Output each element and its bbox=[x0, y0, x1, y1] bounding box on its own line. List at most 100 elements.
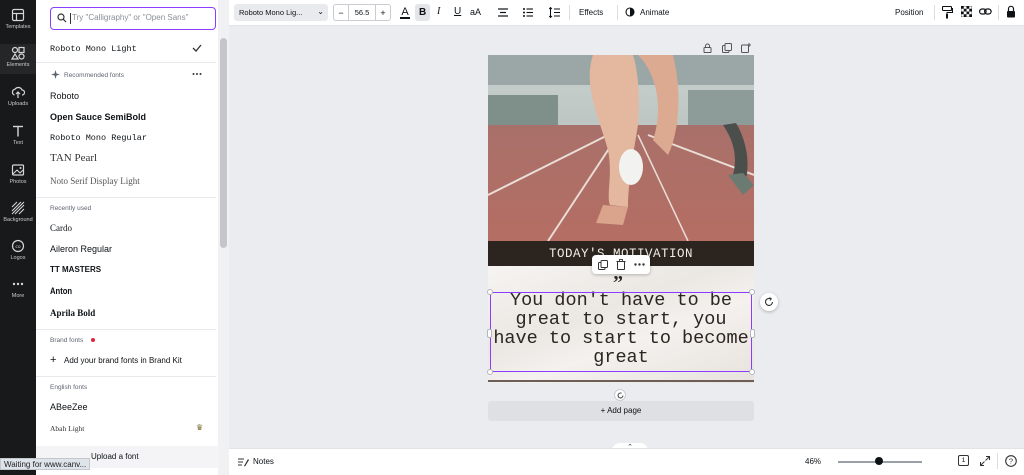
page-count-button[interactable]: 1 bbox=[958, 455, 969, 466]
font-item-open-sauce[interactable]: Open Sauce SemiBold bbox=[50, 112, 146, 122]
paint-roller-icon[interactable] bbox=[942, 6, 953, 19]
toolbar-separator bbox=[569, 5, 570, 20]
font-item-noto-serif[interactable]: Noto Serif Display Light bbox=[50, 176, 140, 186]
resize-handle-se[interactable] bbox=[749, 369, 755, 375]
background-icon bbox=[11, 201, 25, 215]
rail-templates[interactable]: Templates bbox=[0, 8, 36, 30]
svg-text:co: co bbox=[15, 245, 20, 250]
panel-scrollbar-thumb[interactable] bbox=[220, 38, 227, 248]
underline-icon[interactable]: U bbox=[454, 6, 461, 17]
bold-button[interactable]: B bbox=[415, 4, 430, 21]
rail-label: More bbox=[11, 293, 25, 299]
trash-icon[interactable] bbox=[616, 259, 626, 270]
current-font-item[interactable]: Roboto Mono Light bbox=[50, 44, 137, 54]
rail-label: Background bbox=[3, 217, 33, 223]
rail-label: Uploads bbox=[7, 101, 29, 107]
effects-button[interactable]: Effects bbox=[579, 8, 603, 17]
decrease-font-size-button[interactable]: − bbox=[335, 8, 347, 18]
font-item-cardo[interactable]: Cardo bbox=[50, 223, 72, 233]
align-center-icon[interactable] bbox=[498, 8, 508, 17]
recent-header: Recently used bbox=[50, 205, 92, 212]
italic-icon[interactable]: I bbox=[437, 6, 440, 17]
spacing-icon[interactable] bbox=[549, 7, 560, 18]
context-menu bbox=[592, 255, 650, 274]
animate-icon bbox=[625, 7, 635, 17]
resize-handle-nw[interactable] bbox=[487, 289, 493, 295]
elements-icon bbox=[11, 46, 25, 60]
rail-label: Logos bbox=[10, 255, 26, 261]
svg-text:A: A bbox=[401, 6, 409, 18]
toolbar-separator bbox=[617, 5, 618, 20]
toolbar-separator bbox=[934, 5, 935, 20]
selection-box[interactable] bbox=[490, 292, 752, 372]
animate-button[interactable]: Animate bbox=[640, 8, 669, 17]
position-button[interactable]: Position bbox=[895, 8, 923, 17]
more-options-icon[interactable] bbox=[634, 263, 645, 266]
font-item-roboto[interactable]: Roboto bbox=[50, 91, 79, 101]
lock-icon[interactable] bbox=[1006, 5, 1016, 18]
font-item-anton[interactable]: Anton bbox=[50, 286, 72, 296]
left-rail: Templates Elements Uploads Text Photos B… bbox=[0, 0, 36, 475]
zoom-slider-handle[interactable] bbox=[875, 457, 883, 465]
resize-handle-w[interactable] bbox=[487, 329, 492, 338]
rail-photos[interactable]: Photos bbox=[0, 163, 36, 185]
font-item-abah-light[interactable]: Abah Light bbox=[50, 424, 84, 433]
font-item-abeezee[interactable]: ABeeZee bbox=[50, 402, 88, 412]
resize-handle-sw[interactable] bbox=[487, 369, 493, 375]
english-header: English fonts bbox=[50, 384, 88, 391]
logos-icon: co bbox=[11, 239, 25, 253]
rail-elements[interactable]: Elements bbox=[0, 44, 36, 74]
toolbar-separator bbox=[997, 453, 998, 469]
rotate-button[interactable] bbox=[760, 293, 778, 311]
notification-dot bbox=[91, 338, 95, 342]
increase-font-size-button[interactable]: + bbox=[377, 8, 389, 18]
zoom-percentage[interactable]: 46% bbox=[805, 457, 821, 466]
rotate-icon bbox=[764, 297, 774, 306]
transparency-icon[interactable] bbox=[961, 6, 972, 17]
templates-icon bbox=[11, 8, 25, 22]
text-caret bbox=[70, 13, 71, 24]
list-icon[interactable] bbox=[523, 8, 533, 17]
font-item-aprila[interactable]: Aprila Bold bbox=[50, 308, 95, 318]
font-family-value: Roboto Mono Lig... bbox=[239, 8, 303, 17]
link-icon[interactable] bbox=[979, 7, 992, 17]
fullscreen-icon[interactable] bbox=[980, 456, 990, 466]
divider bbox=[36, 62, 216, 63]
font-size-stepper[interactable]: − 56.5 + bbox=[333, 4, 391, 21]
rail-background[interactable]: Background bbox=[0, 201, 36, 223]
plus-icon: + bbox=[50, 354, 57, 366]
help-icon[interactable]: ? bbox=[1005, 455, 1017, 467]
font-size-input[interactable]: 56.5 bbox=[348, 5, 376, 20]
refresh-button[interactable] bbox=[614, 389, 626, 401]
font-panel: Try "Calligraphy" or "Open Sans" Roboto … bbox=[36, 0, 229, 475]
rail-logos[interactable]: co Logos bbox=[0, 239, 36, 261]
add-brand-fonts-link[interactable]: Add your brand fonts in Brand Kit bbox=[64, 356, 182, 365]
rail-uploads[interactable]: Uploads bbox=[0, 85, 36, 107]
notes-button[interactable]: Notes bbox=[253, 457, 274, 466]
browser-status-text: Waiting for www.canv... bbox=[0, 458, 91, 470]
rail-text[interactable]: Text bbox=[0, 124, 36, 146]
font-item-tt-masters[interactable]: TT MASTERS bbox=[50, 265, 101, 274]
text-color-icon[interactable]: A bbox=[399, 5, 411, 20]
font-item-roboto-mono[interactable]: Roboto Mono Regular bbox=[50, 133, 147, 143]
sprinter-photo[interactable] bbox=[488, 55, 754, 241]
font-item-aileron[interactable]: Aileron Regular bbox=[50, 244, 112, 254]
add-page-button[interactable]: + Add page bbox=[488, 401, 754, 421]
resize-handle-e[interactable] bbox=[750, 329, 755, 338]
resize-handle-ne[interactable] bbox=[749, 289, 755, 295]
rail-label: Templates bbox=[5, 24, 31, 30]
decorative-line bbox=[488, 380, 754, 382]
font-family-dropdown[interactable]: Roboto Mono Lig... ⌄ bbox=[234, 4, 328, 21]
rail-label: Photos bbox=[9, 179, 27, 185]
duplicate-icon[interactable] bbox=[598, 260, 608, 270]
chevron-down-icon: ⌄ bbox=[317, 7, 324, 16]
font-search-input[interactable]: Try "Calligraphy" or "Open Sans" bbox=[50, 7, 216, 30]
letter-case-icon[interactable]: aA bbox=[470, 7, 481, 17]
more-options-icon[interactable] bbox=[192, 72, 202, 76]
checkmark-icon bbox=[192, 44, 202, 52]
rail-more[interactable]: More bbox=[0, 277, 36, 299]
top-toolbar: Roboto Mono Lig... ⌄ − 56.5 + A B I U aA… bbox=[229, 0, 1024, 26]
divider bbox=[36, 329, 216, 330]
font-item-tan-pearl[interactable]: TAN Pearl bbox=[50, 152, 97, 164]
brand-header: Brand fonts bbox=[50, 337, 84, 344]
